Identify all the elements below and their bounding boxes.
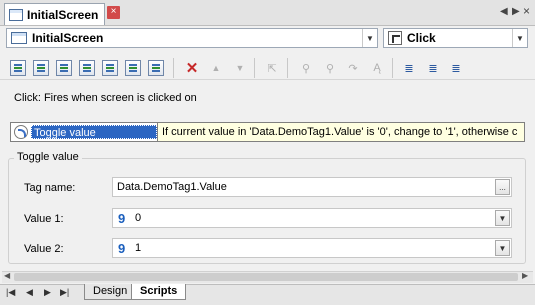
chevron-down-icon[interactable]: ▼	[362, 29, 377, 47]
find-next-icon[interactable]: ⚲	[322, 60, 338, 76]
numeric-type-icon: 9	[118, 210, 126, 226]
close-panel-icon[interactable]: ×	[523, 4, 530, 18]
document-tab-label: InitialScreen	[27, 7, 99, 22]
action-icon[interactable]	[125, 60, 141, 76]
prev-tab-icon[interactable]: ◀	[26, 287, 33, 298]
value2-value[interactable]: 1	[135, 242, 495, 254]
group-title: Toggle value	[14, 151, 82, 163]
value2-label: Value 2:	[24, 243, 64, 255]
action-name[interactable]: Toggle value	[31, 125, 157, 139]
action-icon[interactable]	[56, 60, 72, 76]
tag-name-value[interactable]: Data.DemoTag1.Value	[113, 181, 495, 193]
value1-label: Value 1:	[24, 213, 64, 225]
outline-icon[interactable]: ≣	[401, 60, 417, 76]
action-icon[interactable]	[79, 60, 95, 76]
pointer-icon[interactable]: ⇱	[264, 60, 280, 76]
event-select[interactable]: Click ▼	[383, 28, 528, 48]
tag-name-label: Tag name:	[24, 182, 76, 194]
move-up-icon[interactable]: ▲	[208, 60, 224, 76]
browse-button[interactable]: ...	[495, 179, 510, 195]
scroll-right-icon[interactable]: ▶	[522, 271, 528, 280]
action-row[interactable]: Toggle value If current value in 'Data.D…	[10, 122, 525, 142]
first-tab-icon[interactable]: |◀	[6, 287, 15, 298]
delete-icon[interactable]: ✕	[184, 60, 200, 77]
toolbar-separator	[287, 58, 288, 78]
click-event-icon	[388, 31, 402, 45]
event-description: Click: Fires when screen is clicked on	[14, 92, 197, 104]
last-tab-icon[interactable]: ▶|	[60, 287, 69, 298]
value1-value[interactable]: 0	[135, 212, 495, 224]
tag-name-field[interactable]: Data.DemoTag1.Value ...	[112, 177, 512, 197]
value1-field[interactable]: 9 0 ▼	[112, 208, 512, 228]
scroll-left-icon[interactable]: ◀	[4, 271, 10, 280]
object-select-value: InitialScreen	[32, 31, 104, 45]
screen-icon	[11, 32, 27, 44]
chevron-down-icon[interactable]: ▼	[495, 210, 510, 226]
find-icon[interactable]: ⚲	[298, 60, 314, 76]
chevron-down-icon[interactable]: ▼	[495, 240, 510, 256]
replace-icon[interactable]: ↷	[345, 60, 361, 76]
event-select-value: Click	[407, 31, 436, 45]
value2-field[interactable]: 9 1 ▼	[112, 238, 512, 258]
move-down-icon[interactable]: ▼	[232, 60, 248, 76]
scrollbar-thumb[interactable]	[14, 273, 518, 281]
screen-icon	[9, 8, 23, 21]
object-select[interactable]: InitialScreen ▼	[6, 28, 378, 48]
spell-icon[interactable]: Ą	[369, 60, 385, 76]
toggle-action-icon	[14, 125, 28, 139]
action-icon[interactable]	[102, 60, 118, 76]
action-icon[interactable]	[148, 60, 164, 76]
toolbar-separator	[254, 58, 255, 78]
list-icon[interactable]: ≣	[448, 60, 464, 76]
toolbar-separator	[173, 58, 174, 78]
next-tab-icon[interactable]: ▶	[44, 287, 51, 298]
toolbar-separator	[392, 58, 393, 78]
script-icon[interactable]: ≣	[425, 60, 441, 76]
bottom-tab-bar	[0, 284, 535, 305]
insert-action-icon[interactable]	[33, 60, 49, 76]
numeric-type-icon: 9	[118, 240, 126, 256]
chevron-down-icon[interactable]: ▼	[512, 29, 527, 47]
add-action-icon[interactable]	[10, 60, 26, 76]
scroll-left-icon[interactable]: ◀	[500, 6, 508, 17]
document-tab[interactable]: InitialScreen	[4, 3, 106, 25]
action-summary: If current value in 'Data.DemoTag1.Value…	[157, 123, 524, 141]
close-tab-icon[interactable]: ×	[107, 6, 120, 19]
scroll-right-icon[interactable]: ▶	[512, 6, 520, 17]
tab-scripts[interactable]: Scripts	[131, 284, 187, 300]
tab-design[interactable]: Design	[84, 284, 137, 300]
